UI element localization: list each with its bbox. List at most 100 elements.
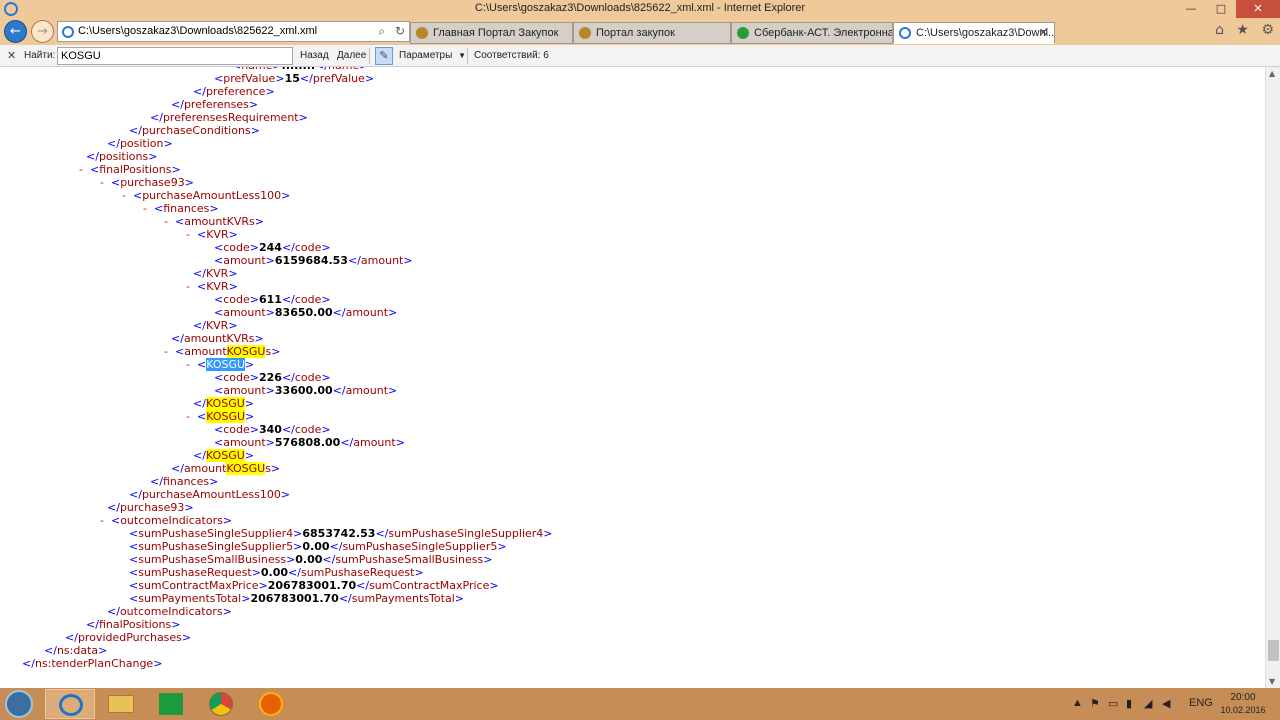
xml-line: </finalPositions> — [86, 618, 181, 631]
find-options-label: Параметры — [399, 50, 453, 61]
window-title: C:\Users\goszakaz3\Downloads\825622_xml.… — [474, 2, 806, 14]
tab-main-portal[interactable]: Главная Портал Закупок — [410, 22, 573, 44]
home-icon[interactable]: ⌂ — [1215, 22, 1224, 38]
xml-line: - <KOSGU> — [186, 410, 255, 423]
ie-doc-icon — [899, 27, 911, 39]
xml-line: - <outcomeIndicators> — [100, 514, 233, 527]
xml-line: - <amountKVRs> — [164, 215, 264, 228]
xml-line: </providedPurchases> — [65, 631, 192, 644]
network-icon[interactable]: ◢ — [1144, 697, 1152, 710]
xml-line: <sumPushaseRequest>0.00</sumPushaseReque… — [129, 566, 424, 579]
find-options-button[interactable]: Параметры ▼ — [399, 50, 466, 61]
xml-line: - <KVR> — [186, 280, 238, 293]
xml-document-view: <name>........</name> <prefValue>15</pre… — [0, 67, 1265, 688]
find-bar: ✕ Найти: Назад Далее ✎ Параметры ▼ Соотв… — [0, 45, 1280, 67]
find-next-button[interactable]: Далее — [337, 50, 366, 61]
taskbar-store[interactable] — [146, 689, 196, 719]
chrome-icon — [209, 692, 233, 716]
xml-line: <amount>6159684.53</amount> — [214, 254, 413, 267]
xml-line: - <amountKOSGUs> — [164, 345, 281, 358]
taskbar: ▲ ⚑ ▭ ▮ ◢ ◀ ENG 20:00 10.02.2016 — [0, 688, 1280, 720]
tab-portal-zakupok[interactable]: Портал закупок — [573, 22, 731, 44]
browser-toolbar-icons: ⌂ ★ ⚙ — [1207, 22, 1274, 38]
file-explorer-icon — [108, 695, 134, 713]
xml-line: </amountKVRs> — [171, 332, 264, 345]
xml-line: <sumPushaseSingleSupplier4>6853742.53</s… — [129, 527, 553, 540]
xml-line: </position> — [107, 137, 173, 150]
xml-line: </KOSGU> — [193, 397, 254, 410]
close-tab-icon[interactable]: ✕ — [1039, 26, 1048, 39]
xml-line: </positions> — [86, 150, 158, 163]
minimize-button[interactable]: — — [1176, 0, 1206, 18]
taskbar-chrome[interactable] — [196, 689, 246, 719]
match-count: Соответствий: 6 — [474, 50, 549, 61]
scroll-down-icon[interactable]: ▼ — [1269, 677, 1275, 686]
arrow-right-icon: → — [37, 24, 48, 39]
xml-line: </KOSGU> — [193, 449, 254, 462]
taskbar-file-explorer[interactable] — [96, 689, 146, 719]
xml-line: </outcomeIndicators> — [107, 605, 232, 618]
xml-line: - <KVR> — [186, 228, 238, 241]
xml-line: </preference> — [193, 85, 275, 98]
tab-sberbank-ast[interactable]: Сбербанк-АСТ. Электронная ... — [731, 22, 893, 44]
xml-line: </preferensesRequirement> — [150, 111, 308, 124]
display-icon[interactable]: ▭ — [1108, 697, 1118, 710]
xml-line: </purchaseAmountLess100> — [129, 488, 291, 501]
find-input[interactable] — [58, 48, 292, 64]
chevron-down-icon: ▼ — [458, 51, 467, 60]
xml-line: </amountKOSGUs> — [171, 462, 281, 475]
xml-line: <amount>33600.00</amount> — [214, 384, 398, 397]
highlight-matches-icon[interactable]: ✎ — [375, 47, 393, 65]
divider — [369, 48, 370, 64]
page-favicon-icon — [62, 26, 74, 38]
sberbank-icon — [737, 27, 749, 39]
xml-line: <code>340</code> — [214, 423, 331, 436]
address-bar[interactable]: C:\Users\goszakaz3\Downloads\825622_xml.… — [57, 21, 410, 42]
tray-expand-icon[interactable]: ▲ — [1072, 697, 1083, 709]
xml-line: <sumPushaseSingleSupplier5>0.00</sumPush… — [129, 540, 507, 553]
forward-button[interactable]: → — [31, 20, 54, 43]
search-icon[interactable]: ⌕ — [378, 24, 385, 38]
taskbar-firefox[interactable] — [246, 689, 296, 719]
internet-explorer-icon — [59, 694, 83, 716]
emblem-icon — [416, 27, 428, 39]
tab-xml-file[interactable]: C:\Users\goszakaz3\Downl... ✕ — [893, 22, 1055, 44]
xml-line: <code>226</code> — [214, 371, 331, 384]
xml-line: - <finalPositions> — [79, 163, 181, 176]
xml-line: <amount>576808.00</amount> — [214, 436, 405, 449]
close-window-button[interactable]: ✕ — [1236, 0, 1280, 18]
xml-line: </KVR> — [193, 267, 238, 280]
refresh-icon[interactable]: ↻ — [395, 24, 405, 38]
favorites-icon[interactable]: ★ — [1236, 22, 1249, 38]
find-input-box[interactable] — [57, 47, 293, 65]
emblem-icon — [579, 27, 591, 39]
vertical-scrollbar[interactable]: ▲ ▼ — [1265, 67, 1280, 688]
scroll-up-icon[interactable]: ▲ — [1269, 69, 1275, 78]
firefox-icon — [259, 692, 283, 716]
title-bar: C:\Users\goszakaz3\Downloads\825622_xml.… — [0, 0, 1280, 18]
close-find-icon[interactable]: ✕ — [7, 49, 16, 62]
clock[interactable]: 20:00 10.02.2016 — [1208, 692, 1278, 715]
gear-icon[interactable]: ⚙ — [1261, 22, 1274, 38]
xml-line: </purchaseConditions> — [129, 124, 260, 137]
xml-line: <code>244</code> — [214, 241, 331, 254]
xml-line: <prefValue>15</prefValue> — [214, 72, 375, 85]
xml-line: <sumPaymentsTotal>206783001.70</sumPayme… — [129, 592, 464, 605]
tab-label: Главная Портал Закупок — [433, 27, 559, 39]
find-previous-button[interactable]: Назад — [300, 50, 329, 61]
xml-line: </preferenses> — [171, 98, 259, 111]
back-button[interactable]: ← — [4, 20, 27, 43]
xml-line: <sumPushaseSmallBusiness>0.00</sumPushas… — [129, 553, 493, 566]
taskbar-internet-explorer[interactable] — [45, 689, 95, 719]
xml-line: <amount>83650.00</amount> — [214, 306, 398, 319]
find-label: Найти: — [24, 50, 56, 61]
scroll-thumb[interactable] — [1268, 640, 1279, 661]
address-url[interactable]: C:\Users\goszakaz3\Downloads\825622_xml.… — [78, 25, 317, 37]
maximize-button[interactable]: □ — [1206, 0, 1236, 18]
battery-icon[interactable]: ▮ — [1126, 697, 1132, 710]
flag-icon[interactable]: ⚑ — [1090, 697, 1100, 710]
xml-line: </ns:data> — [44, 644, 108, 657]
volume-icon[interactable]: ◀ — [1162, 697, 1170, 710]
xml-line: </KVR> — [193, 319, 238, 332]
start-button[interactable] — [5, 690, 33, 718]
